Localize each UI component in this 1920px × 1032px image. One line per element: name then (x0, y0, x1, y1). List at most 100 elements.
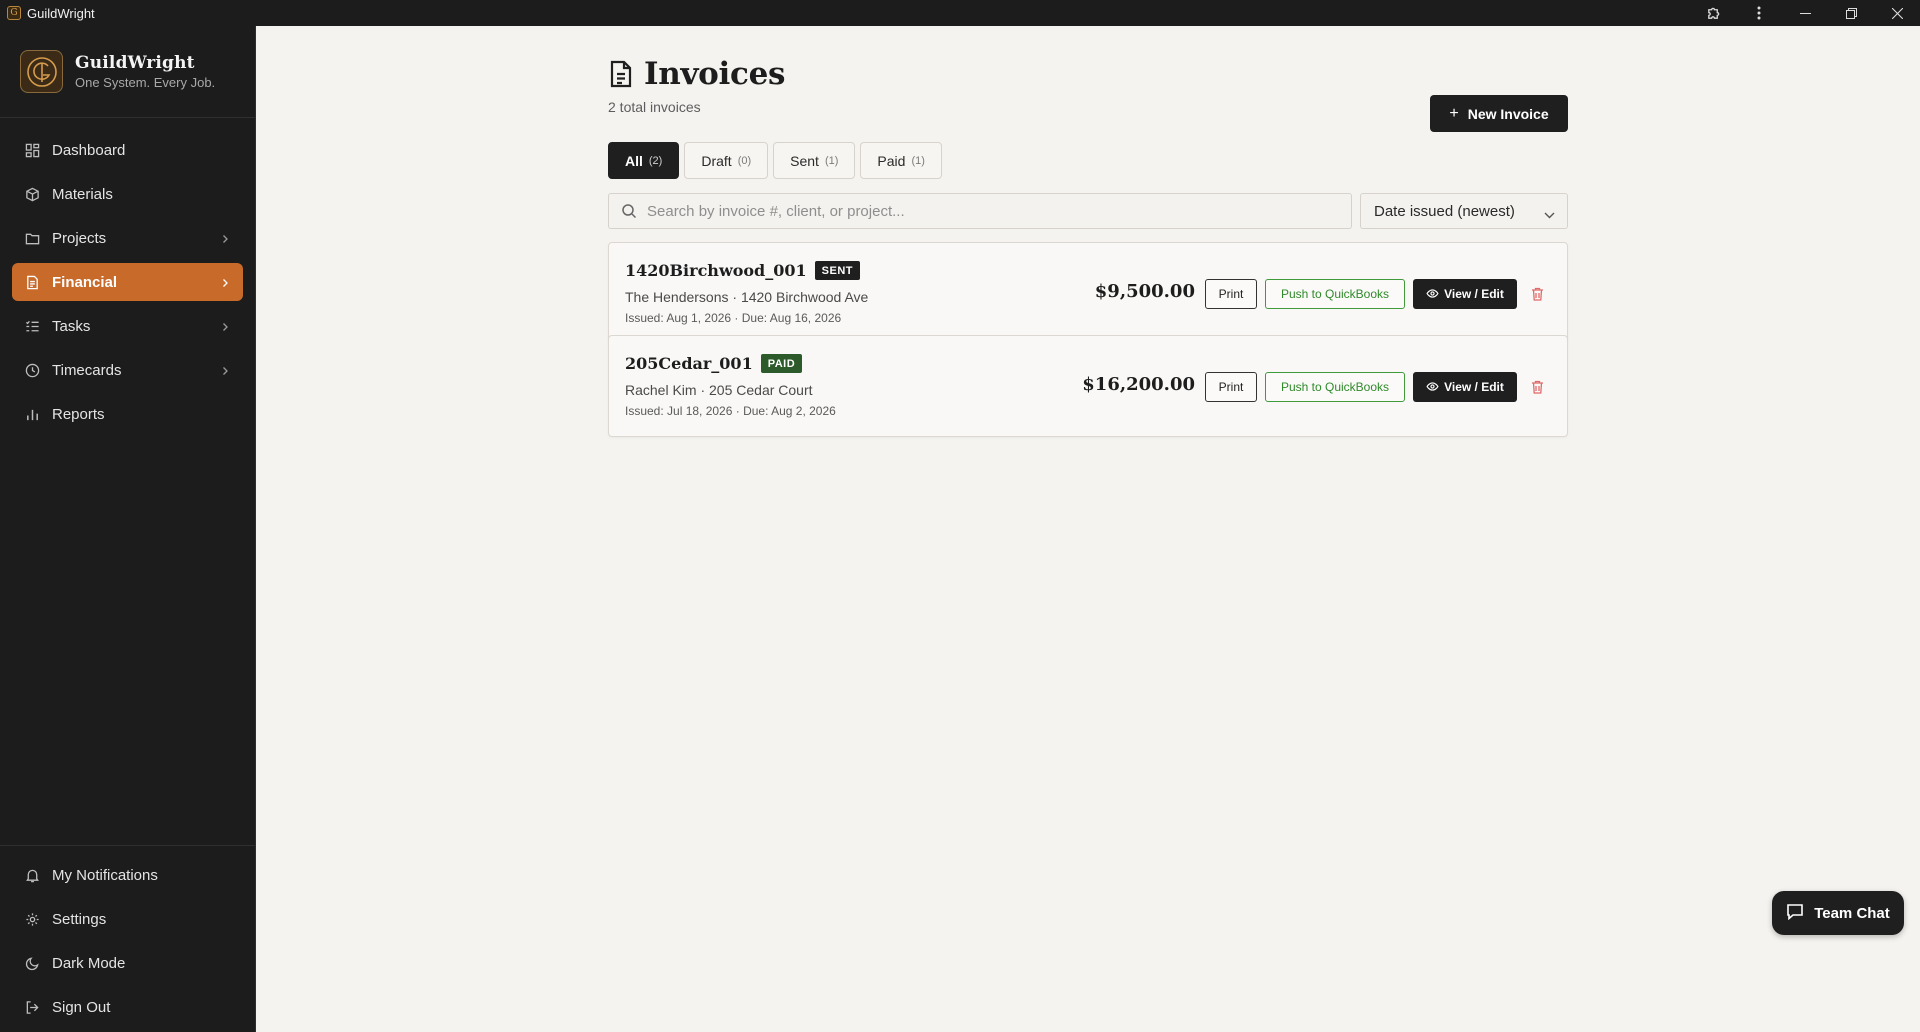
chevron-right-icon (222, 275, 229, 292)
tab-count: (0) (737, 154, 752, 167)
invoice-dates: Issued: Aug 1, 2026 · Due: Aug 16, 2026 (625, 311, 842, 325)
sidebar-item-sign-out[interactable]: Sign Out (12, 988, 243, 1026)
sidebar-item-projects[interactable]: Projects (12, 219, 243, 257)
folder-icon (24, 230, 40, 246)
push-to-quickbooks-button[interactable]: Push to QuickBooks (1265, 279, 1405, 309)
invoice-number[interactable]: 1420Birchwood_001 (625, 261, 807, 280)
guildwright-logo (20, 50, 63, 93)
brand-tagline: One System. Every Job. (75, 75, 216, 90)
invoice-amount: $16,200.00 (1082, 374, 1195, 395)
new-invoice-button[interactable]: + New Invoice (1430, 95, 1568, 132)
search-input[interactable] (647, 202, 1327, 220)
sidebar-item-materials[interactable]: Materials (12, 175, 243, 213)
sidebar-item-label: Timecards (52, 361, 122, 379)
print-button[interactable]: Print (1205, 372, 1257, 402)
window-title: GuildWright (27, 5, 95, 21)
tab-label: Sent (790, 152, 819, 169)
main-content: Invoices 2 total invoices + New Invoice … (256, 26, 1920, 1032)
gear-icon (24, 911, 40, 927)
new-invoice-label: New Invoice (1467, 105, 1549, 122)
sidebar-item-label: Tasks (52, 317, 91, 335)
minimize-icon[interactable] (1782, 0, 1828, 26)
sidebar-item-label: Settings (52, 910, 107, 928)
search-box (608, 193, 1352, 229)
trash-icon[interactable] (1531, 380, 1545, 394)
dashboard-grid-icon (24, 142, 40, 158)
sidebar-item-label: Materials (52, 185, 113, 203)
invoice-dates: Issued: Jul 18, 2026 · Due: Aug 2, 2026 (625, 404, 836, 418)
sidebar-item-tasks[interactable]: Tasks (12, 307, 243, 345)
sidebar-item-label: Reports (52, 405, 105, 423)
view-edit-button[interactable]: View / Edit (1413, 279, 1517, 309)
sidebar-item-timecards[interactable]: Timecards (12, 351, 243, 389)
close-icon[interactable] (1874, 0, 1920, 26)
sidebar-bottom: My Notifications Settings Dark Mode Sign… (0, 845, 255, 1032)
sidebar-item-label: Financial (52, 273, 118, 291)
window-title-bar: G GuildWright (0, 0, 1920, 26)
receipt-icon (24, 274, 40, 290)
eye-icon (1426, 380, 1439, 394)
view-edit-button[interactable]: View / Edit (1413, 372, 1517, 402)
tab-all[interactable]: All (2) (608, 142, 680, 179)
tab-count: (1) (911, 154, 925, 167)
push-to-quickbooks-button[interactable]: Push to QuickBooks (1265, 372, 1405, 402)
page-title: Invoices (644, 56, 786, 92)
status-tabs: All (2) Draft (0) Sent (1) Paid (1) (608, 142, 947, 179)
restore-icon[interactable] (1828, 0, 1874, 26)
sidebar-item-dark-mode[interactable]: Dark Mode (12, 944, 243, 982)
sidebar-item-label: Projects (52, 229, 107, 247)
sidebar-item-dashboard[interactable]: Dashboard (12, 131, 243, 169)
team-chat-label: Team Chat (1814, 904, 1890, 922)
invoice-number[interactable]: 205Cedar_001 (625, 354, 753, 373)
search-icon (621, 203, 637, 219)
chevron-right-icon (222, 231, 229, 248)
tab-label: Paid (877, 152, 906, 169)
tab-count: (1) (824, 154, 839, 167)
tab-draft[interactable]: Draft (0) (684, 142, 769, 179)
chevron-down-icon (1544, 206, 1555, 223)
tab-paid[interactable]: Paid (1) (860, 142, 942, 179)
print-button[interactable]: Print (1205, 279, 1257, 309)
more-menu-icon[interactable] (1736, 0, 1782, 26)
page-header: Invoices 2 total invoices + New Invoice (608, 56, 1568, 132)
clock-icon (24, 362, 40, 378)
trash-icon[interactable] (1531, 287, 1545, 301)
chevron-right-icon (222, 319, 229, 336)
eye-icon (1426, 287, 1439, 301)
invoice-count: 2 total invoices (608, 99, 701, 115)
task-list-icon (24, 318, 40, 334)
tab-count: (2) (648, 154, 663, 167)
invoice-client: Rachel Kim · 205 Cedar Court (625, 382, 813, 398)
sort-selected-value: Date issued (newest) (1374, 202, 1515, 220)
tab-sent[interactable]: Sent (1) (773, 142, 856, 179)
bar-chart-icon (24, 406, 40, 422)
status-badge: PAID (760, 354, 803, 373)
moon-icon (24, 955, 40, 971)
tab-label: Draft (701, 152, 732, 169)
brand-name: GuildWright (75, 53, 195, 73)
sidebar-item-reports[interactable]: Reports (12, 395, 243, 433)
bell-icon (24, 867, 40, 883)
sort-select[interactable]: Date issued (newest) (1360, 193, 1568, 229)
invoice-card: 205Cedar_001 PAID Rachel Kim · 205 Cedar… (608, 335, 1568, 437)
team-chat-button[interactable]: Team Chat (1772, 891, 1904, 935)
sidebar-item-label: Dashboard (52, 141, 126, 159)
chat-bubble-icon (1786, 903, 1804, 924)
sidebar-item-settings[interactable]: Settings (12, 900, 243, 938)
app-icon: G (7, 6, 21, 20)
sidebar-item-financial[interactable]: Financial (12, 263, 243, 301)
sign-out-icon (24, 999, 40, 1015)
sidebar-nav: Dashboard Materials Projects Financial T… (0, 118, 255, 433)
view-edit-label: View / Edit (1444, 380, 1504, 394)
sidebar: GuildWright One System. Every Job. Dashb… (0, 26, 256, 1032)
invoice-card: 1420Birchwood_001 SENT The Hendersons · … (608, 242, 1568, 344)
sidebar-item-notifications[interactable]: My Notifications (12, 856, 243, 894)
sidebar-item-label: Dark Mode (52, 954, 126, 972)
view-edit-label: View / Edit (1444, 287, 1504, 301)
status-badge: SENT (814, 261, 860, 280)
invoice-amount: $9,500.00 (1094, 281, 1195, 302)
sidebar-item-label: Sign Out (52, 998, 111, 1016)
plus-icon: + (1449, 104, 1459, 122)
extensions-icon[interactable] (1690, 0, 1736, 26)
document-icon (608, 60, 634, 88)
